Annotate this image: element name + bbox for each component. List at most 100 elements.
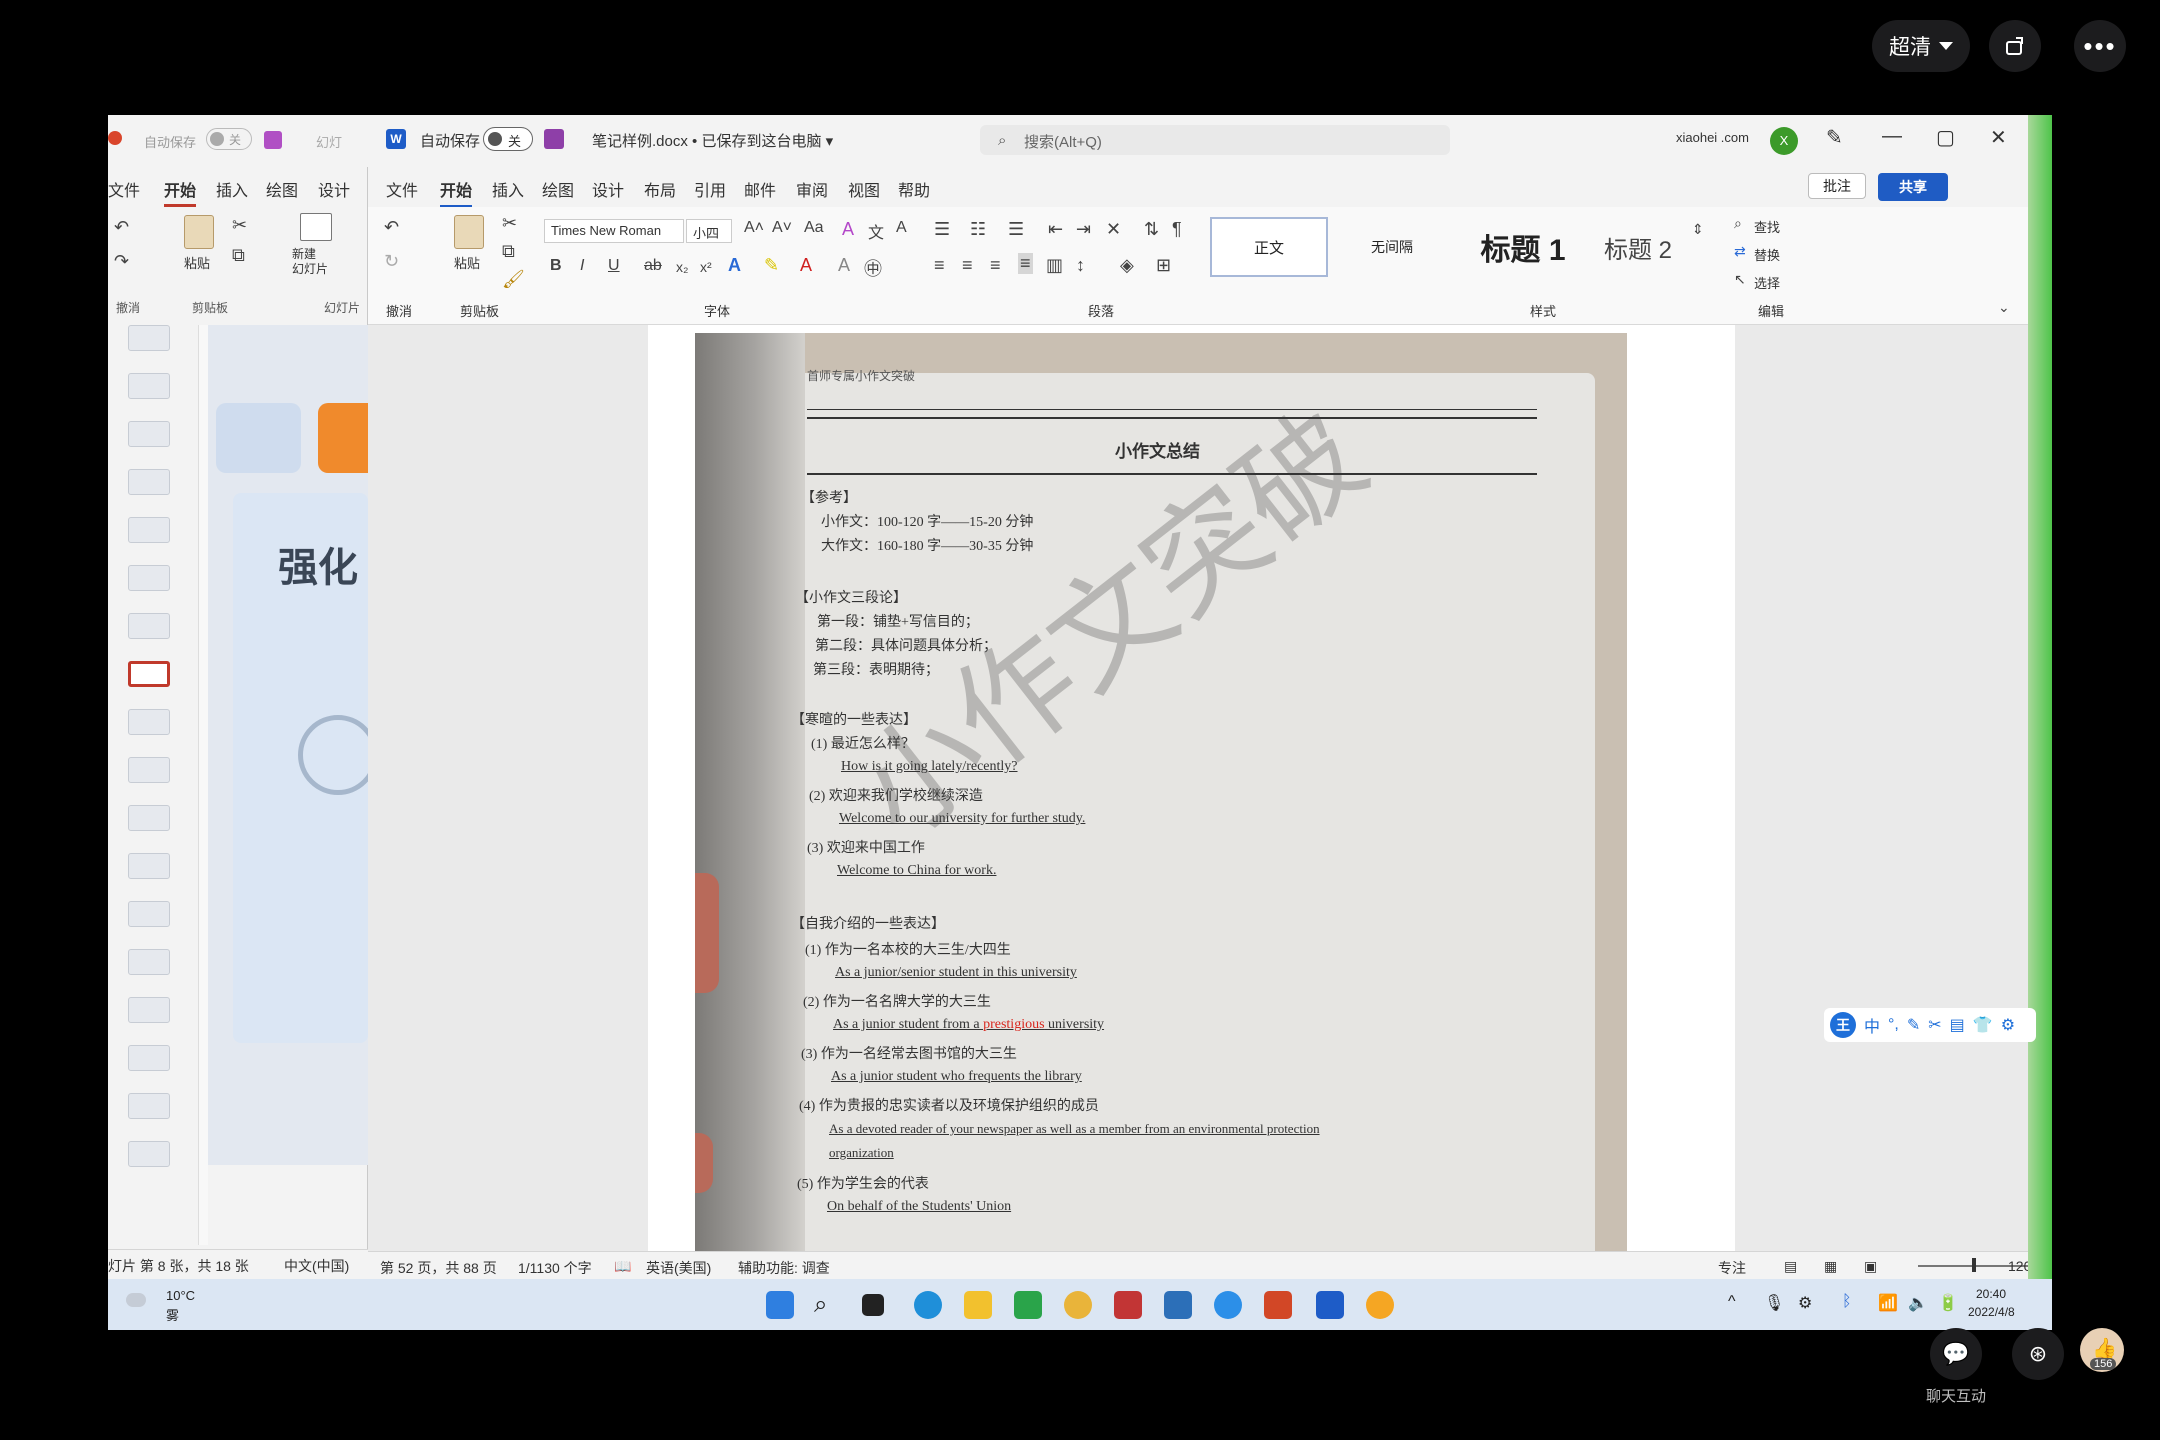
battery-icon[interactable]: 🔋 — [1938, 1293, 1958, 1313]
ppt-tab-insert[interactable]: 插入 — [216, 177, 248, 201]
slide-thumbnail[interactable] — [128, 421, 170, 447]
cut-icon[interactable]: ✂ — [232, 215, 247, 236]
minimize-icon[interactable]: — — [1882, 125, 1902, 148]
distributed-icon[interactable]: ▥ — [1046, 255, 1063, 276]
tray-chevron-icon[interactable]: ^ — [1728, 1293, 1736, 1311]
select-label[interactable]: 选择 — [1754, 273, 1780, 292]
ime-handwriting-icon[interactable]: ✎ — [1907, 1015, 1920, 1035]
save-icon[interactable] — [544, 129, 564, 149]
maximize-icon[interactable]: ▢ — [1936, 125, 1955, 150]
ime-keyboard-icon[interactable]: ▤ — [1950, 1015, 1965, 1035]
slide-thumbnail[interactable] — [128, 1093, 170, 1119]
search-box[interactable]: ⌕ 搜索(Alt+Q) — [980, 125, 1450, 155]
slide-thumbnail[interactable] — [128, 949, 170, 975]
tab-review[interactable]: 审阅 — [796, 177, 828, 201]
ime-skin-icon[interactable]: 👕 — [1973, 1015, 1993, 1035]
user-name[interactable]: xiaohei .com — [1676, 130, 1749, 145]
enclose-char-icon[interactable]: ㊥ — [864, 255, 882, 281]
tab-layout[interactable]: 布局 — [644, 177, 676, 201]
copy-icon[interactable]: ⧉ — [502, 241, 515, 262]
grow-font-icon[interactable]: A˄ — [744, 219, 764, 237]
tab-file[interactable]: 文件 — [386, 177, 418, 201]
slide-thumbnail[interactable] — [128, 565, 170, 591]
find-icon[interactable]: ⌕ — [1734, 215, 1742, 232]
line-spacing-icon[interactable]: ↕ — [1076, 255, 1085, 276]
select-icon[interactable]: ↖ — [1734, 271, 1746, 288]
slide-thumbnail[interactable] — [128, 853, 170, 879]
slide-thumbnail[interactable] — [128, 373, 170, 399]
slide-thumbnail[interactable] — [128, 325, 170, 351]
superscript-icon[interactable]: x² — [700, 259, 712, 275]
ime-toolbar[interactable]: 王 中 °, ✎ ✂ ▤ 👕 ⚙ — [1824, 1008, 2036, 1042]
italic-icon[interactable]: I — [580, 257, 584, 275]
link-button[interactable]: ⊛ — [2012, 1328, 2064, 1380]
ime-tools-icon[interactable]: ✂ — [1928, 1015, 1941, 1035]
chrome-icon[interactable] — [1064, 1291, 1092, 1319]
microphone-icon[interactable]: 🎙 — [1764, 1293, 1784, 1313]
paste-icon[interactable] — [454, 215, 484, 249]
weather-temp[interactable]: 10°C — [166, 1288, 195, 1303]
shading-icon[interactable]: ◈ — [1120, 255, 1134, 276]
save-icon[interactable] — [264, 131, 282, 149]
format-painter-icon[interactable]: 🖌 — [502, 269, 525, 290]
new-slide-icon[interactable] — [300, 213, 332, 241]
read-mode-icon[interactable]: ▤ — [1784, 1258, 1797, 1275]
feishu-icon[interactable] — [1214, 1291, 1242, 1319]
strikethrough-icon[interactable]: ab — [644, 257, 662, 275]
tab-insert[interactable]: 插入 — [492, 177, 524, 201]
ime-punctuation-icon[interactable]: °, — [1888, 1016, 1899, 1034]
bluetooth-icon[interactable]: ᛒ — [1842, 1293, 1852, 1311]
text-effects-icon[interactable]: A — [728, 255, 741, 276]
style-normal[interactable]: 正文 — [1210, 217, 1328, 277]
align-right-icon[interactable]: ≡ — [990, 255, 1001, 276]
change-case-icon[interactable]: Aa — [804, 219, 824, 237]
chinese-layout-icon[interactable]: ✕ — [1106, 219, 1121, 240]
replace-icon[interactable]: ⇄ — [1734, 243, 1746, 260]
language-indicator[interactable]: 英语(美国) — [646, 1258, 711, 1278]
styles-scroll-icon[interactable]: ⇕ — [1692, 221, 1704, 238]
style-heading-2[interactable]: 标题 2 — [1588, 217, 1688, 277]
accessibility-status[interactable]: 辅助功能: 调查 — [738, 1258, 830, 1278]
app-icon[interactable] — [1366, 1291, 1394, 1319]
search-icon[interactable]: ⌕ — [814, 1291, 842, 1319]
word-icon[interactable] — [1316, 1291, 1344, 1319]
sort-icon[interactable]: ⇅ — [1144, 219, 1159, 240]
task-view-icon[interactable] — [862, 1294, 884, 1316]
align-center-icon[interactable]: ≡ — [962, 255, 973, 276]
quality-selector[interactable]: 超清 — [1872, 20, 1970, 72]
undo-icon[interactable]: ↶ — [114, 217, 129, 238]
numbering-icon[interactable]: ☷ — [970, 219, 986, 240]
word-count[interactable]: 1/1130 个字 — [518, 1258, 592, 1278]
ime-chinese-mode[interactable]: 中 — [1864, 1013, 1880, 1037]
ppt-tab-draw[interactable]: 绘图 — [266, 177, 298, 201]
slide-thumbnail[interactable] — [128, 901, 170, 927]
replace-label[interactable]: 替换 — [1754, 245, 1780, 264]
powerpoint-icon[interactable] — [1264, 1291, 1292, 1319]
print-layout-icon[interactable]: ▦ — [1824, 1258, 1837, 1275]
font-name-select[interactable]: Times New Roman — [544, 219, 684, 243]
ppt-language[interactable]: 中文(中国) — [284, 1256, 349, 1276]
undo-icon[interactable]: ↶ — [384, 217, 399, 238]
decrease-indent-icon[interactable]: ⇤ — [1048, 219, 1063, 240]
weather-icon[interactable] — [126, 1293, 146, 1307]
inserted-photo[interactable]: 首师专属小作文突破 小作文总结 【参考】 小作文：100-120 字——15-2… — [695, 333, 1627, 1251]
close-icon[interactable]: ✕ — [1990, 125, 2007, 150]
slide-thumbnail[interactable] — [128, 805, 170, 831]
slide-thumbnail[interactable] — [128, 469, 170, 495]
wifi-icon[interactable]: 📶 — [1878, 1293, 1898, 1313]
app-icon[interactable] — [1114, 1291, 1142, 1319]
bold-icon[interactable]: B — [550, 257, 562, 275]
ppt-tab-design[interactable]: 设计 — [318, 177, 350, 201]
more-button[interactable]: ••• — [2074, 20, 2126, 72]
style-heading-1[interactable]: 标题 1 — [1458, 217, 1588, 277]
subscript-icon[interactable]: x₂ — [676, 259, 688, 275]
align-left-icon[interactable]: ≡ — [934, 255, 945, 276]
underline-icon[interactable]: U — [608, 257, 620, 275]
rotate-button[interactable] — [1989, 20, 2041, 72]
clear-format-icon[interactable]: A — [842, 219, 854, 240]
pen-icon[interactable]: ✎ — [1826, 125, 1843, 150]
ppt-tab-file[interactable]: 文件 — [108, 177, 140, 201]
style-no-spacing[interactable]: 无间隔 — [1334, 217, 1450, 277]
proofing-icon[interactable]: 📖 — [614, 1258, 631, 1275]
share-button[interactable]: 共享 — [1878, 173, 1948, 201]
